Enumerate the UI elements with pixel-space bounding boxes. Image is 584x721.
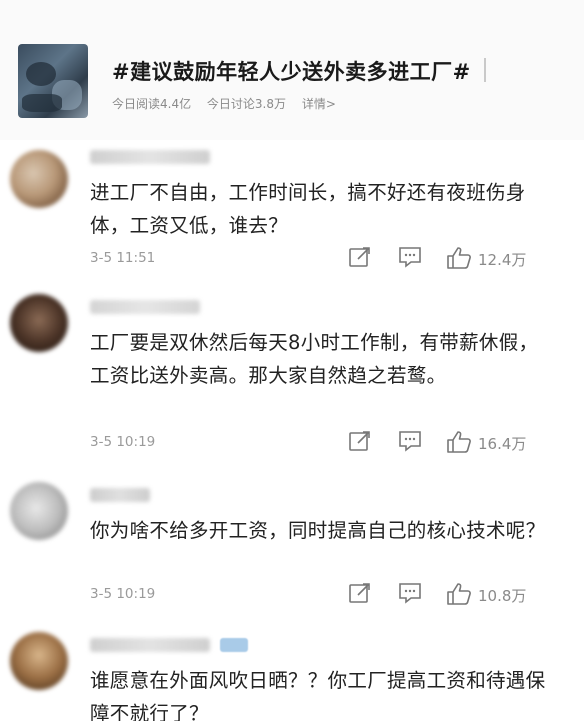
comment-icon[interactable]	[398, 246, 422, 272]
comment-time: 3-5 10:19	[90, 586, 156, 602]
topic-details-link[interactable]: 详情>	[302, 97, 336, 111]
topic-title[interactable]: #建议鼓励年轻人少送外卖多进工厂#	[112, 56, 471, 86]
comment-icon[interactable]	[398, 430, 422, 456]
comment-icon[interactable]	[398, 582, 422, 608]
topic-header[interactable]: #建议鼓励年轻人少送外卖多进工厂# 今日阅读4.4亿 今日讨论3.8万 详情>	[0, 0, 584, 140]
like-count: 16.4万	[478, 435, 527, 453]
comment-text: 工厂要是双休然后每天8小时工作制，有带薪休假，工资比送外卖高。那大家自然趋之若鹜…	[90, 331, 539, 387]
comment-item: 谁愿意在外面风吹日晒？？你工厂提高工资和待遇保障不就行了？	[0, 628, 584, 721]
follow-button-edge	[484, 58, 486, 82]
comment-actions: 10.8万	[348, 582, 568, 606]
username-blurred[interactable]	[90, 300, 200, 314]
share-icon[interactable]	[348, 246, 372, 272]
avatar[interactable]	[10, 150, 68, 208]
username-blurred[interactable]	[90, 638, 210, 652]
share-icon[interactable]	[348, 582, 372, 608]
comment-item: 进工厂不自由，工作时间长，搞不好还有夜班伤身体，工资又低，谁去？ 3-5 11:…	[0, 140, 584, 290]
comment-time: 3-5 10:19	[90, 434, 156, 450]
topic-read-count: 今日阅读4.4亿	[112, 97, 192, 111]
topic-discussion-count: 今日讨论3.8万	[206, 97, 287, 111]
thumbs-up-icon[interactable]	[446, 430, 472, 458]
like-count: 12.4万	[478, 251, 527, 269]
avatar[interactable]	[10, 482, 68, 540]
comment-actions: 12.4万	[348, 246, 568, 270]
comment-text: 你为啥不给多开工资，同时提高自己的核心技术呢？	[90, 519, 546, 542]
user-badge-icon	[220, 638, 248, 652]
topic-meta: 今日阅读4.4亿 今日讨论3.8万 详情>	[112, 95, 348, 112]
comment-item: 你为啥不给多开工资，同时提高自己的核心技术呢？ 3-5 10:19 10.8万	[0, 478, 584, 628]
share-icon[interactable]	[348, 430, 372, 456]
username-blurred[interactable]	[90, 488, 150, 502]
comment-time: 3-5 11:51	[90, 250, 156, 266]
topic-thumbnail	[18, 44, 88, 118]
comment-text: 进工厂不自由，工作时间长，搞不好还有夜班伤身体，工资又低，谁去？	[90, 181, 526, 237]
avatar[interactable]	[10, 294, 68, 352]
username-blurred[interactable]	[90, 150, 210, 164]
comment-text: 谁愿意在外面风吹日晒？？你工厂提高工资和待遇保障不就行了？	[90, 669, 546, 721]
comment-item: 工厂要是双休然后每天8小时工作制，有带薪休假，工资比送外卖高。那大家自然趋之若鹜…	[0, 290, 584, 478]
like-count: 10.8万	[478, 587, 527, 605]
thumbs-up-icon[interactable]	[446, 246, 472, 274]
thumbs-up-icon[interactable]	[446, 582, 472, 610]
avatar[interactable]	[10, 632, 68, 690]
comment-actions: 16.4万	[348, 430, 568, 454]
